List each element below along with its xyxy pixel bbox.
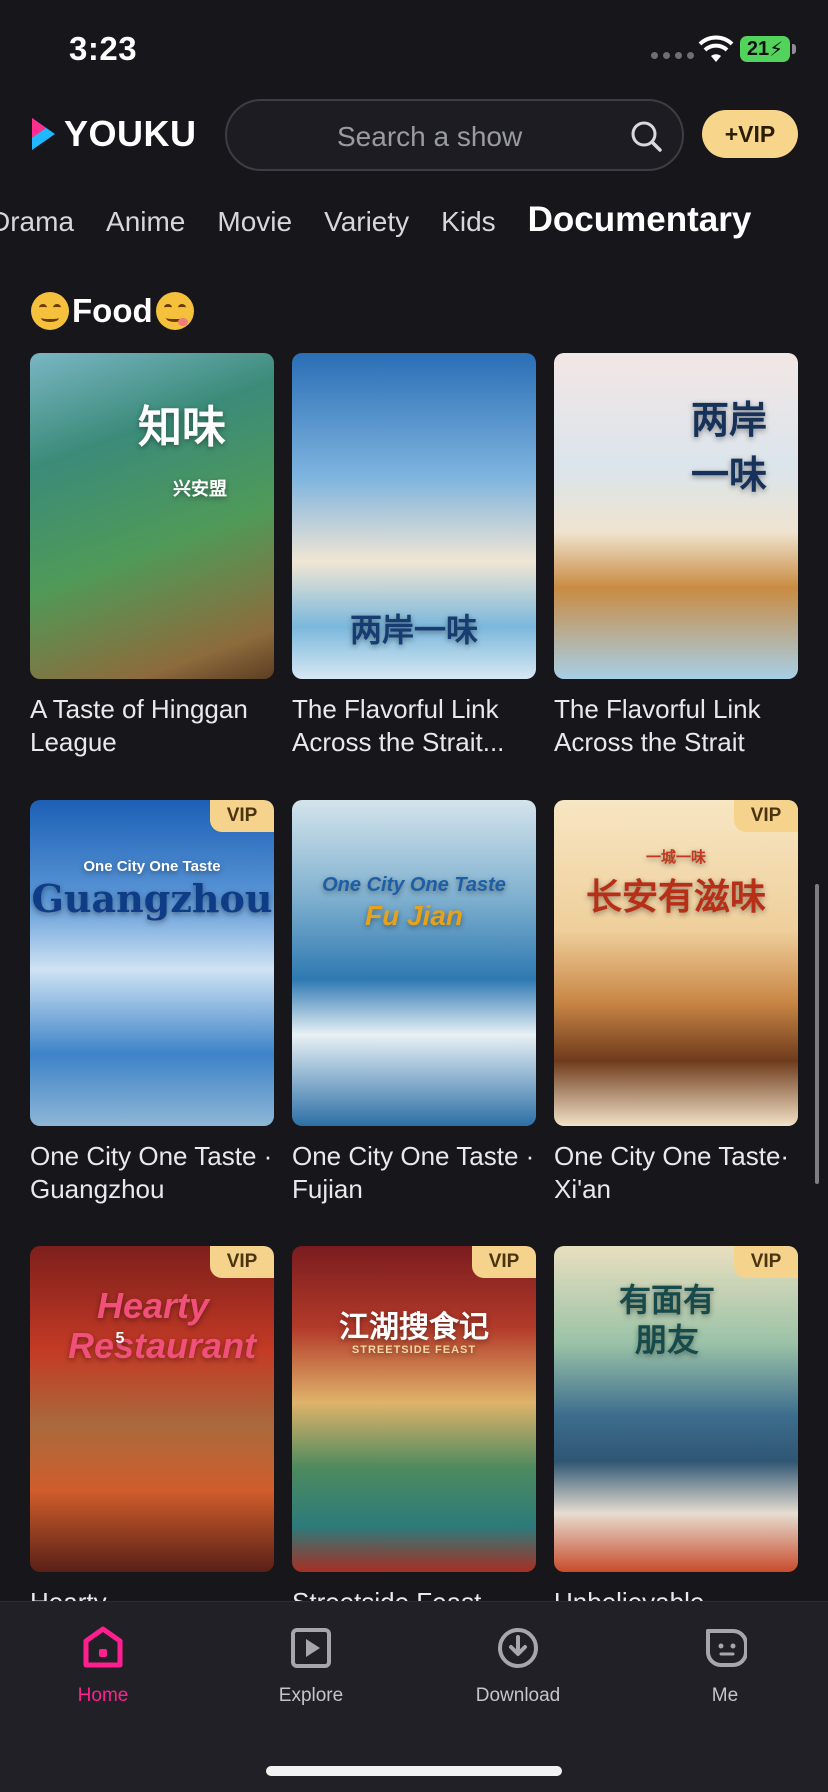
tab-drama[interactable]: Drama [0, 206, 74, 238]
tab-anime[interactable]: Anime [106, 206, 185, 238]
poster-image[interactable]: 两岸一味 [554, 353, 798, 679]
app-screen: 3:23 21 ⚡ YOUKU Search a show +VIP Drama… [0, 0, 828, 1792]
nav-explore[interactable]: Explore [241, 1626, 381, 1707]
nav-label-explore: Explore [278, 1685, 344, 1706]
explore-icon [291, 1628, 331, 1668]
tab-kids[interactable]: Kids [441, 206, 495, 238]
show-title[interactable]: One City One Taste· Xi'an [554, 1140, 804, 1206]
poster-title-text: Hearty Restaurant [68, 1285, 257, 1366]
scrollbar[interactable] [815, 884, 819, 1184]
tab-variety[interactable]: Variety [324, 206, 409, 238]
nav-download[interactable]: Download [448, 1626, 588, 1707]
nav-label-me: Me [711, 1685, 739, 1706]
drool-emoji-icon [31, 292, 69, 330]
tab-movie[interactable]: Movie [217, 206, 292, 238]
search-icon[interactable] [628, 118, 664, 154]
bottom-navigation: Home Explore Download Me [0, 1601, 828, 1792]
nav-me[interactable]: Me [655, 1626, 795, 1707]
poster-subtitle-text: 5 [115, 1330, 125, 1347]
vip-badge: VIP [210, 800, 274, 832]
poster-subtitle-text: 一城一味 [645, 849, 706, 866]
poster-image[interactable]: 一城一味 长安有滋味 VIP [554, 800, 798, 1126]
poster-title-text: 两岸一味 [690, 397, 767, 497]
show-title[interactable]: One City One Taste · Fujian [292, 1140, 542, 1206]
vip-button[interactable]: +VIP [702, 110, 798, 158]
tab-documentary[interactable]: Documentary [528, 200, 752, 240]
top-header: YOUKU Search a show +VIP [0, 96, 828, 176]
show-card[interactable]: Hearty Restaurant 5 VIP Hearty [30, 1246, 274, 1619]
poster-subtitle-text: One City One Taste [322, 874, 506, 896]
poster-image[interactable]: Hearty Restaurant 5 VIP [30, 1246, 274, 1572]
search-bar[interactable]: Search a show [225, 99, 684, 171]
show-card[interactable]: One City One Taste Fu Jian One City One … [292, 800, 536, 1206]
poster-image[interactable]: 知味 兴安盟 [30, 353, 274, 679]
poster-subtitle-text: STREETSIDE FEAST [351, 1344, 477, 1356]
show-card[interactable]: 有面有朋友 VIP Unbelievable [554, 1246, 798, 1619]
poster-title-text: 有面有朋友 [618, 1281, 715, 1359]
poster-subtitle-text: One City One Taste [83, 858, 221, 875]
poster-image[interactable]: One City One Taste Guangzhou VIP [30, 800, 274, 1126]
show-card[interactable]: 两岸一味 The Flavorful Link Across the Strai… [554, 353, 798, 759]
category-tabs: Drama Anime Movie Variety Kids Documenta… [0, 200, 751, 252]
show-card[interactable]: 一城一味 长安有滋味 VIP One City One Taste· Xi'an [554, 800, 798, 1206]
vip-badge: VIP [210, 1246, 274, 1278]
poster-title-text: Guangzhou [31, 876, 273, 921]
show-card[interactable]: One City One Taste Guangzhou VIP One Cit… [30, 800, 274, 1206]
poster-image[interactable]: 两岸一味 [292, 353, 536, 679]
search-placeholder[interactable]: Search a show [337, 121, 522, 153]
show-card[interactable]: 江湖搜食记 STREETSIDE FEAST VIP Streetside Fe… [292, 1246, 536, 1619]
poster-subtitle-text: 兴安盟 [173, 479, 227, 499]
show-title[interactable]: The Flavorful Link Across the Strait [554, 693, 804, 759]
poster-image[interactable]: 江湖搜食记 STREETSIDE FEAST VIP [292, 1246, 536, 1572]
show-title[interactable]: One City One Taste · Guangzhou [30, 1140, 280, 1206]
vip-badge: VIP [472, 1246, 536, 1278]
battery-icon: 21 ⚡ [740, 36, 790, 62]
show-card[interactable]: 知味 兴安盟 A Taste of Hinggan League [30, 353, 274, 759]
show-card[interactable]: 两岸一味 The Flavorful Link Across the Strai… [292, 353, 536, 759]
poster-title-text: 知味 [138, 402, 226, 453]
nav-label-home: Home [77, 1685, 129, 1706]
youku-logo[interactable]: YOUKU [28, 113, 197, 155]
status-bar: 3:23 21 ⚡ [0, 0, 828, 100]
status-time: 3:23 [69, 30, 138, 67]
poster-title-text: 长安有滋味 [585, 876, 766, 918]
home-icon [83, 1626, 123, 1668]
poster-image[interactable]: One City One Taste Fu Jian [292, 800, 536, 1126]
wifi-icon [698, 35, 734, 62]
poster-title-text: Fu Jian [364, 900, 463, 931]
show-title[interactable]: A Taste of Hinggan League [30, 693, 280, 759]
nav-label-download: Download [475, 1685, 561, 1706]
battery-level: 21 [746, 37, 770, 60]
poster-title-text: 江湖搜食记 [339, 1310, 489, 1345]
logo-text: YOUKU [64, 113, 197, 154]
poster-image[interactable]: 有面有朋友 VIP [554, 1246, 798, 1572]
poster-title-text: 两岸一味 [349, 611, 478, 649]
me-icon [706, 1629, 748, 1667]
download-icon [498, 1628, 538, 1668]
logo-icon [32, 118, 55, 150]
vip-badge: VIP [734, 1246, 798, 1278]
signal-icon [651, 52, 694, 59]
section-title: Food [72, 292, 153, 329]
vip-badge: VIP [734, 800, 798, 832]
nav-home[interactable]: Home [33, 1626, 173, 1707]
home-indicator[interactable] [266, 1766, 562, 1776]
section-header-food: Food [31, 292, 194, 330]
yum-emoji-icon [155, 292, 194, 330]
show-title[interactable]: The Flavorful Link Across the Strait... [292, 693, 542, 759]
